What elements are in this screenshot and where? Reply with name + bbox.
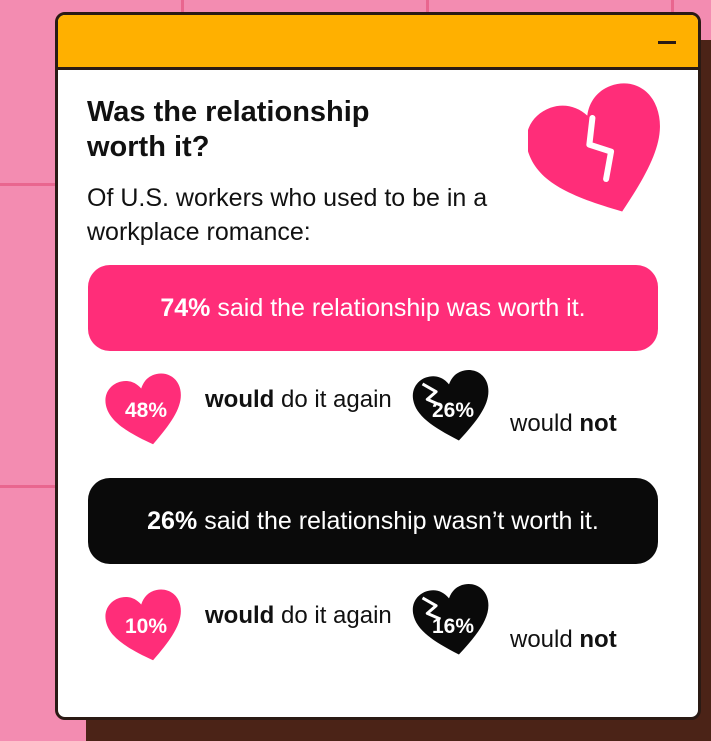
worth-it-banner: 74% said the relationship was worth it. [88, 265, 658, 351]
not-worth-it-percent: 26% [147, 506, 198, 535]
broken-heart-icon [528, 83, 660, 212]
heart-stat-would-again: 48% [104, 371, 188, 451]
window-titlebar[interactable] [58, 15, 698, 70]
would-bold: would [205, 602, 275, 629]
not-worth-it-text: said the relationship wasn’t worth it. [204, 506, 599, 535]
minus-icon[interactable] [658, 41, 676, 44]
do-it-again-text: do it again [281, 386, 392, 413]
not-worth-it-banner: 26% said the relationship wasn’t worth i… [88, 478, 658, 564]
subhead: Of U.S. workers who used to be in a work… [87, 184, 488, 246]
would-bold: would [205, 386, 275, 413]
heart-percent: 48% [124, 399, 168, 422]
heart-stat-would-not: 26% [411, 367, 495, 447]
would-text: would [510, 410, 573, 437]
not-bold: not [579, 626, 617, 653]
heart-percent: 26% [431, 399, 475, 422]
infographic-window: Was the relationship worth it? Of U.S. w… [55, 12, 701, 720]
heart-percent: 10% [124, 615, 168, 638]
worth-it-text: said the relationship was worth it. [217, 293, 586, 322]
headline: Was the relationship worth it? [87, 96, 370, 163]
would-not-text: would not [510, 409, 617, 439]
would-again-text: would do it again [205, 601, 392, 631]
do-it-again-text: do it again [281, 602, 392, 629]
heart-stat-would-again: 10% [104, 587, 188, 667]
heart-stat-would-not: 16% [411, 581, 495, 661]
would-text: would [510, 626, 573, 653]
would-again-text: would do it again [205, 385, 392, 415]
not-bold: not [579, 410, 617, 437]
worth-it-percent: 74% [160, 293, 211, 322]
heart-percent: 16% [431, 615, 475, 638]
would-not-text: would not [510, 625, 617, 655]
